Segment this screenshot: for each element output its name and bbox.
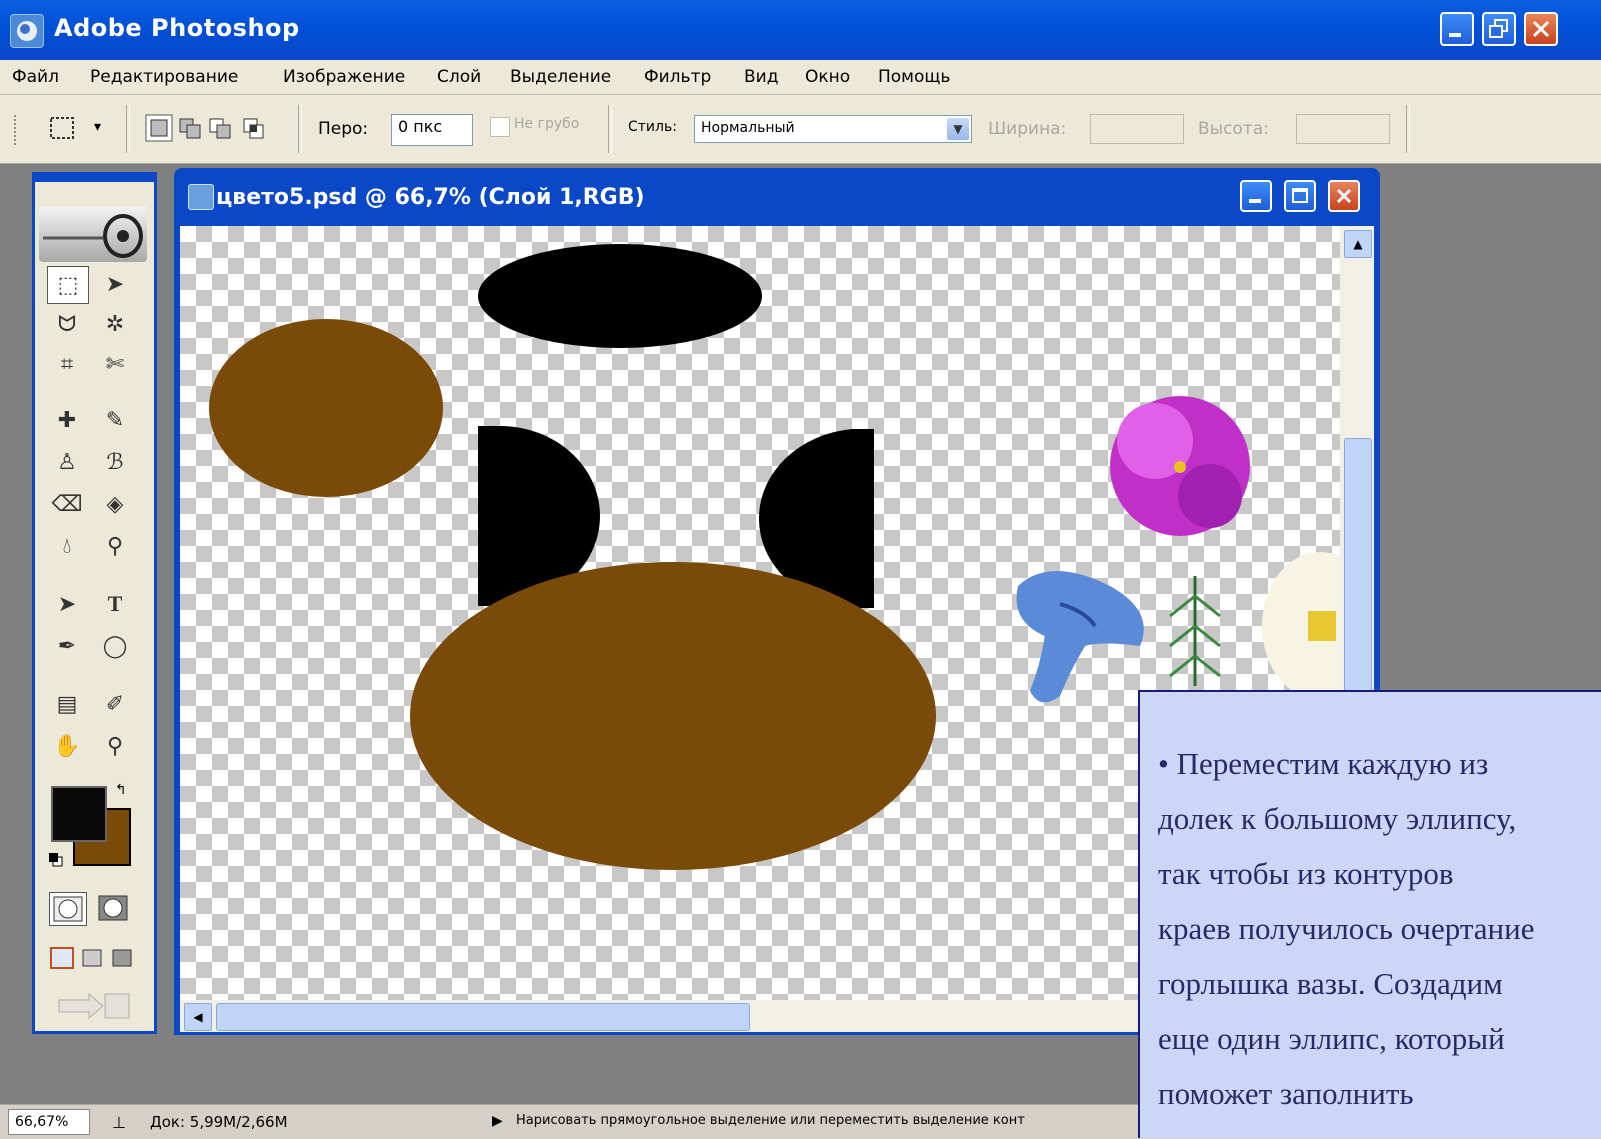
callout-text: • Переместим каждую из долек к большому … xyxy=(1158,746,1535,1111)
brown-large-ellipse xyxy=(410,562,936,870)
move-tool-icon[interactable]: ➤ xyxy=(95,266,135,302)
options-bar: ▾ Перо: 0 пкс Не грубо Стиль: Нормальный… xyxy=(0,95,1601,164)
menu-select[interactable]: Выделение xyxy=(510,67,611,87)
style-label: Стиль: xyxy=(628,119,677,135)
lasso-tool-icon[interactable]: ᗢ xyxy=(47,306,87,342)
width-input[interactable] xyxy=(1090,114,1184,144)
height-label: Высота: xyxy=(1198,119,1269,139)
app-title: Adobe Photoshop xyxy=(54,14,300,42)
antialias-checkbox[interactable] xyxy=(490,117,510,137)
foreground-color-swatch[interactable] xyxy=(51,786,107,842)
style-select[interactable]: Нормальный ▼ xyxy=(694,115,972,143)
hand-tool-icon[interactable]: ✋ xyxy=(47,728,87,764)
menu-edit[interactable]: Редактирование xyxy=(90,67,238,87)
green-sprig xyxy=(1169,576,1221,686)
separator xyxy=(298,105,302,153)
horizontal-scroll-thumb[interactable] xyxy=(216,1003,750,1031)
antialias-label: Не грубо xyxy=(514,116,580,132)
blue-flower xyxy=(1016,571,1144,703)
title-bar: Adobe Photoshop xyxy=(0,0,1601,60)
chevron-down-icon[interactable]: ▼ xyxy=(947,118,969,140)
doc-close-button[interactable] xyxy=(1328,180,1360,212)
blur-tool-icon[interactable]: 💧︎ xyxy=(47,528,87,564)
menu-bar: Файл Редактирование Изображение Слой Выд… xyxy=(0,60,1601,95)
jump-to-imageready-icon[interactable] xyxy=(53,988,135,1024)
document-title: цвето5.psd @ 66,7% (Слой 1,RGB) xyxy=(216,185,645,210)
white-daisy xyxy=(1262,552,1340,700)
photoshop-icon xyxy=(10,14,44,48)
menu-view[interactable]: Вид xyxy=(744,67,778,87)
marquee-tool-icon[interactable]: ⬚ xyxy=(47,266,89,304)
menu-file[interactable]: Файл xyxy=(12,67,59,87)
grip-handle[interactable] xyxy=(14,115,22,145)
close-button[interactable] xyxy=(1524,12,1558,46)
zoom-tool-icon[interactable]: ⚲ xyxy=(95,728,135,764)
ellipse-tool-icon[interactable]: ◯ xyxy=(95,628,135,664)
document-info-icon[interactable]: ⊥ xyxy=(112,1113,126,1132)
history-brush-icon[interactable]: ℬ xyxy=(95,444,135,480)
quick-mask-icon[interactable] xyxy=(95,892,131,924)
feather-input[interactable]: 0 пкс xyxy=(391,114,473,146)
tool-preset-dropdown-icon[interactable]: ▾ xyxy=(94,119,101,135)
feather-label: Перо: xyxy=(318,119,369,139)
status-hint: Нарисовать прямоугольное выделение или п… xyxy=(516,1113,1025,1128)
type-tool-icon[interactable]: T xyxy=(95,586,135,622)
eyedropper-icon[interactable]: ✐ xyxy=(95,686,135,722)
play-arrow-icon[interactable]: ▶ xyxy=(492,1113,503,1129)
menu-filter[interactable]: Фильтр xyxy=(644,67,711,87)
height-input[interactable] xyxy=(1296,114,1390,144)
paint-bucket-icon[interactable]: ◈ xyxy=(95,486,135,522)
separator xyxy=(608,105,612,153)
zoom-field[interactable]: 66,67% xyxy=(8,1109,90,1135)
selection-mode-buttons xyxy=(144,113,274,143)
doc-minimize-button[interactable] xyxy=(1240,180,1272,212)
swap-colors-icon[interactable]: ↰ xyxy=(115,782,127,798)
path-selection-icon[interactable]: ➤ xyxy=(47,586,87,622)
brown-small-ellipse xyxy=(209,319,443,497)
minimize-button[interactable] xyxy=(1440,12,1474,46)
doc-maximize-button[interactable] xyxy=(1284,180,1316,212)
instruction-callout: • Переместим каждую из долек к большому … xyxy=(1138,690,1601,1138)
crop-tool-icon[interactable]: ⌗ xyxy=(47,346,87,382)
toolbox: ⬚ ➤ ᗢ ✲ ⌗ ✄ ✚ ✎ ♙ ℬ ⌫ ◈ 💧︎ ⚲ ➤ T ✒ ◯ ▤ ✐… xyxy=(32,172,157,1034)
dodge-tool-icon[interactable]: ⚲ xyxy=(95,528,135,564)
healing-brush-icon[interactable]: ✚ xyxy=(47,402,87,438)
stamp-tool-icon[interactable]: ♙ xyxy=(47,444,87,480)
style-select-value: Нормальный xyxy=(701,120,795,136)
brush-tool-icon[interactable]: ✎ xyxy=(95,402,135,438)
document-icon xyxy=(188,184,214,210)
standard-mode-icon[interactable] xyxy=(49,892,87,926)
notes-tool-icon[interactable]: ▤ xyxy=(47,686,87,722)
scroll-left-icon[interactable]: ◀ xyxy=(184,1003,212,1031)
magic-wand-icon[interactable]: ✲ xyxy=(95,306,135,342)
purple-flower xyxy=(1110,396,1250,536)
width-label: Ширина: xyxy=(988,119,1067,139)
separator xyxy=(126,105,130,153)
rectangular-marquee-icon[interactable] xyxy=(48,115,76,141)
document-info: Док: 5,99M/2,66M xyxy=(150,1113,288,1131)
restore-button[interactable] xyxy=(1482,12,1516,46)
pen-tool-icon[interactable]: ✒ xyxy=(47,628,87,664)
eraser-tool-icon[interactable]: ⌫ xyxy=(47,486,87,522)
default-colors-icon[interactable] xyxy=(49,852,63,867)
menu-help[interactable]: Помощь xyxy=(878,67,950,87)
menu-layer[interactable]: Слой xyxy=(437,67,481,87)
separator xyxy=(1406,105,1410,153)
menu-image[interactable]: Изображение xyxy=(283,67,405,87)
slice-tool-icon[interactable]: ✄ xyxy=(95,346,135,382)
screen-mode-icons[interactable] xyxy=(49,944,139,972)
scroll-up-icon[interactable]: ▲ xyxy=(1344,230,1372,258)
menu-window[interactable]: Окно xyxy=(805,67,850,87)
black-top-ellipse xyxy=(478,244,762,348)
photoshop-eye-icon xyxy=(39,206,147,262)
